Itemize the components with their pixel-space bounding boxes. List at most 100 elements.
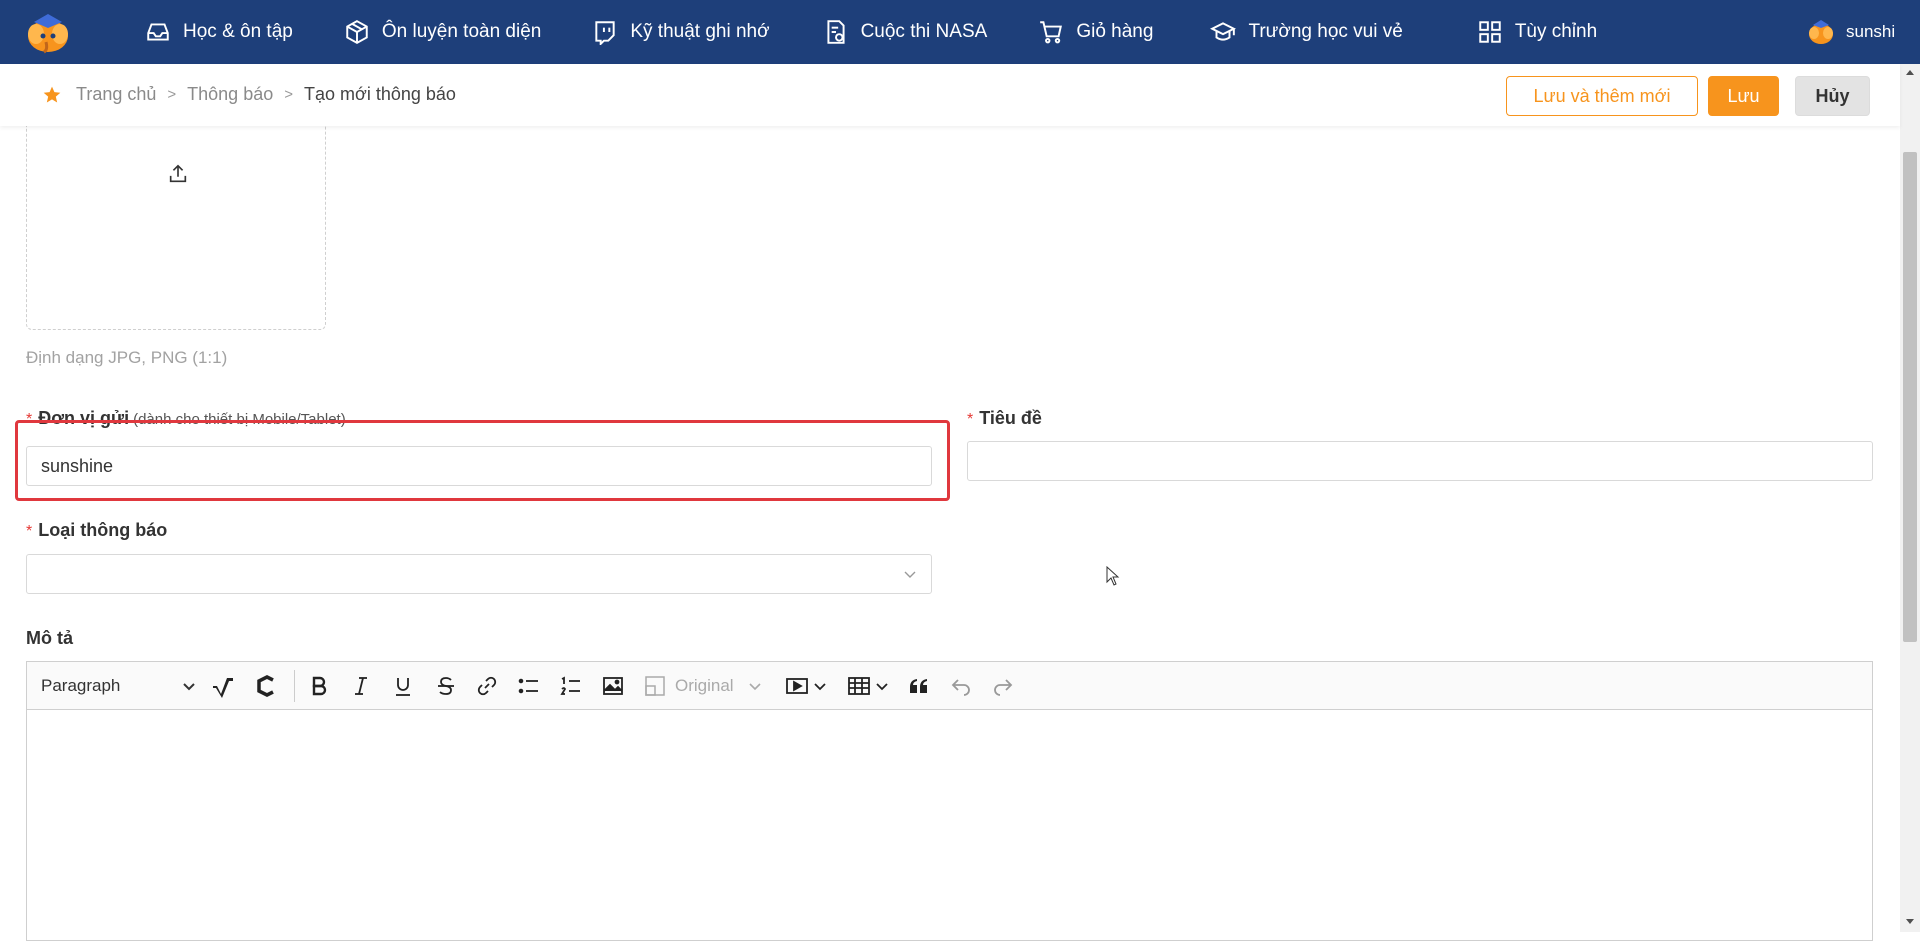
title-label-text: Tiêu đề bbox=[979, 408, 1042, 428]
redo-icon bbox=[994, 679, 1013, 696]
numbered-list-button[interactable] bbox=[559, 674, 583, 698]
toolbar-divider bbox=[294, 670, 295, 702]
resize-icon bbox=[645, 676, 665, 696]
square-root-icon bbox=[213, 678, 233, 698]
cancel-button[interactable]: Hủy bbox=[1795, 76, 1870, 116]
nav-item-gio-hang[interactable]: Giỏ hàng bbox=[1038, 0, 1153, 64]
chevron-down-icon bbox=[183, 683, 195, 691]
paragraph-dropdown[interactable]: Paragraph bbox=[41, 674, 195, 698]
cube-icon bbox=[346, 20, 368, 44]
breadcrumb-current: Tạo mới thông báo bbox=[304, 84, 456, 104]
nav-item-ky-thuat[interactable]: Kỹ thuật ghi nhớ bbox=[592, 0, 770, 64]
chevron-down-icon bbox=[876, 683, 888, 691]
table-icon bbox=[848, 677, 870, 695]
underline-icon bbox=[396, 678, 410, 696]
hexagon-c-icon bbox=[257, 675, 274, 697]
main-nav: Học & ôn tập Ôn luyện toàn diện Kỹ thuật… bbox=[145, 0, 1597, 64]
type-label-text: Loại thông báo bbox=[38, 520, 168, 540]
top-navigation-bar: Học & ôn tập Ôn luyện toàn diện Kỹ thuật… bbox=[0, 0, 1920, 64]
chevron-down-icon bbox=[749, 683, 761, 691]
chemistry-button[interactable] bbox=[255, 674, 279, 698]
editor-body[interactable] bbox=[27, 710, 1872, 940]
title-label: * Tiêu đề bbox=[967, 408, 1042, 429]
highlight-box bbox=[15, 420, 950, 501]
breadcrumb-home[interactable]: Trang chủ bbox=[76, 84, 156, 105]
scroll-down-icon[interactable] bbox=[1905, 916, 1915, 926]
page-header: Trang chủ > Thông báo > Tạo mới thông bá… bbox=[0, 64, 1900, 126]
upload-format-hint: Định dạng JPG, PNG (1:1) bbox=[26, 348, 228, 367]
breadcrumb: Trang chủ > Thông báo > Tạo mới thông bá… bbox=[42, 84, 456, 105]
nav-item-label: Cuộc thi NASA bbox=[860, 21, 988, 42]
insert-table-button[interactable] bbox=[847, 674, 889, 698]
undo-icon bbox=[951, 679, 970, 696]
nav-item-label: Trường học vui vẻ bbox=[1248, 21, 1403, 42]
image-icon bbox=[603, 677, 623, 695]
italic-icon bbox=[355, 677, 367, 695]
required-mark: * bbox=[26, 523, 33, 540]
form-content: Định dạng JPG, PNG (1:1) * Đơn vị gửi (dàn… bbox=[0, 126, 1900, 941]
nav-item-tuy-chinh[interactable]: Tùy chỉnh bbox=[1477, 0, 1597, 64]
upload-icon bbox=[169, 164, 187, 183]
italic-button[interactable] bbox=[349, 674, 373, 698]
description-label: Mô tả bbox=[26, 628, 73, 649]
math-formula-button[interactable] bbox=[211, 674, 235, 698]
paragraph-label: Paragraph bbox=[41, 676, 121, 695]
link-button[interactable] bbox=[475, 674, 499, 698]
nav-item-cuoc-thi[interactable]: Cuộc thi NASA bbox=[823, 0, 988, 64]
cart-icon bbox=[1040, 21, 1063, 44]
graduation-cap-icon bbox=[1210, 22, 1237, 41]
editor-toolbar: Paragraph Original bbox=[27, 662, 1872, 710]
mouse-cursor-icon bbox=[1106, 566, 1120, 586]
nav-item-label: Ôn luyện toàn diện bbox=[381, 21, 542, 42]
chevron-down-icon bbox=[904, 571, 916, 578]
media-icon bbox=[786, 678, 808, 694]
numbered-list-icon bbox=[560, 676, 580, 695]
grid-icon bbox=[1479, 21, 1501, 43]
nav-item-truong-hoc[interactable]: Trường học vui vẻ bbox=[1210, 0, 1403, 64]
link-icon bbox=[477, 676, 497, 696]
bulleted-list-button[interactable] bbox=[517, 674, 541, 698]
rich-text-editor: Paragraph Original bbox=[26, 661, 1873, 941]
bulleted-list-icon bbox=[518, 678, 538, 694]
user-name: sunshi bbox=[1846, 22, 1896, 41]
chevron-down-icon bbox=[814, 683, 826, 691]
nav-item-on-luyen[interactable]: Ôn luyện toàn diện bbox=[344, 0, 542, 64]
required-mark: * bbox=[967, 411, 974, 428]
save-button[interactable]: Lưu bbox=[1708, 76, 1779, 116]
image-resize-label: Original bbox=[675, 676, 734, 695]
nav-item-label: Giỏ hàng bbox=[1076, 21, 1154, 42]
title-input[interactable] bbox=[967, 441, 1873, 481]
avatar bbox=[1809, 20, 1833, 44]
inbox-icon bbox=[147, 23, 169, 41]
star-icon bbox=[43, 86, 61, 102]
breadcrumb-section[interactable]: Thông báo bbox=[187, 84, 273, 105]
scroll-up-icon[interactable] bbox=[1905, 68, 1915, 78]
breadcrumb-separator: > bbox=[167, 86, 177, 103]
document-icon bbox=[827, 20, 845, 44]
scrollbar-thumb[interactable] bbox=[1903, 152, 1917, 642]
bold-icon bbox=[312, 676, 327, 696]
insert-media-button[interactable] bbox=[785, 674, 827, 698]
insert-image-button[interactable] bbox=[601, 674, 625, 698]
nav-item-label: Tùy chỉnh bbox=[1514, 21, 1598, 42]
logo-icon[interactable] bbox=[22, 10, 74, 54]
user-menu[interactable]: sunshi bbox=[1806, 0, 1895, 64]
scrollbar[interactable] bbox=[1900, 64, 1920, 932]
quote-icon bbox=[910, 679, 927, 693]
save-and-new-button[interactable]: Lưu và thêm mới bbox=[1506, 76, 1698, 116]
blockquote-button[interactable] bbox=[907, 674, 931, 698]
redo-button[interactable] bbox=[991, 674, 1015, 698]
underline-button[interactable] bbox=[391, 674, 415, 698]
nav-item-label: Kỹ thuật ghi nhớ bbox=[630, 21, 770, 42]
strikethrough-icon bbox=[438, 677, 454, 695]
image-upload-area[interactable] bbox=[26, 126, 326, 330]
description-label-text: Mô tả bbox=[26, 628, 73, 648]
nav-item-hoc-on-tap[interactable]: Học & ôn tập bbox=[145, 0, 293, 64]
twitch-icon bbox=[595, 21, 616, 45]
strikethrough-button[interactable] bbox=[434, 674, 458, 698]
breadcrumb-separator: > bbox=[284, 86, 293, 103]
bold-button[interactable] bbox=[307, 674, 331, 698]
undo-button[interactable] bbox=[949, 674, 973, 698]
image-resize-dropdown[interactable]: Original bbox=[643, 674, 762, 698]
type-select[interactable] bbox=[26, 554, 932, 594]
